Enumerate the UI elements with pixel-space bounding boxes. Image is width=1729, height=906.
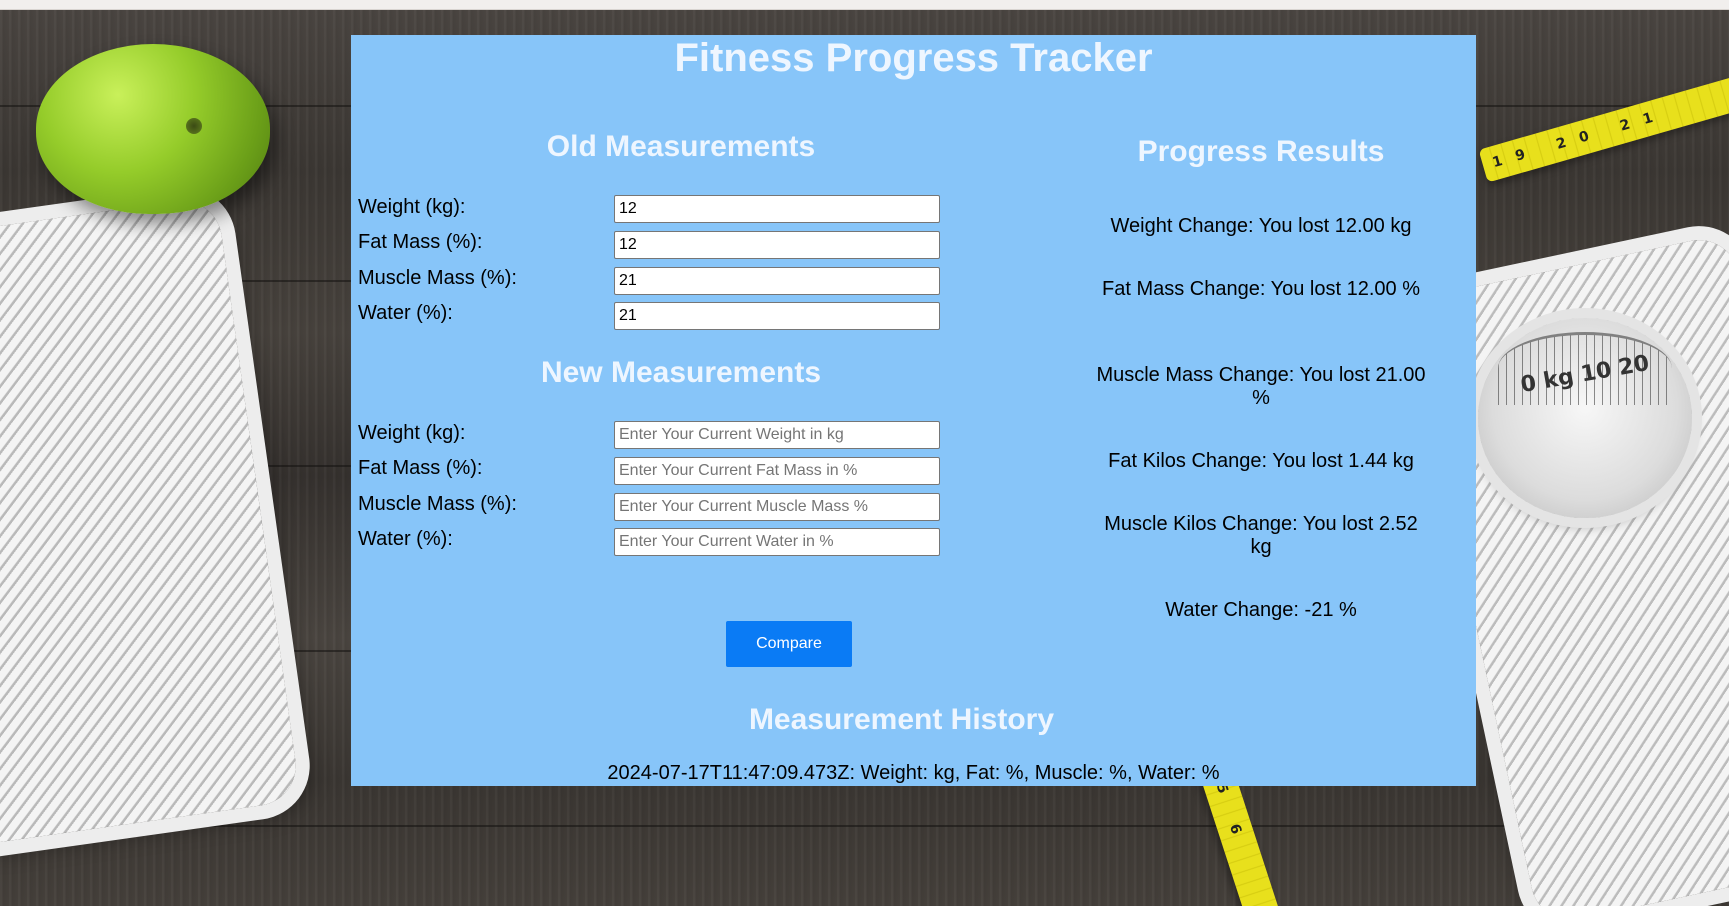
new-weight-label: Weight (kg): xyxy=(358,422,466,444)
browser-top-strip xyxy=(0,0,1729,10)
new-muscle-mass-label: Muscle Mass (%): xyxy=(358,493,517,515)
old-muscle-mass-input[interactable] xyxy=(614,267,940,295)
old-fat-mass-label: Fat Mass (%): xyxy=(358,231,483,253)
compare-button[interactable]: Compare xyxy=(726,621,852,667)
muscle-kilos-change-result: Muscle Kilos Change: You lost 2.52 kg xyxy=(1104,513,1418,558)
old-fat-mass-input[interactable] xyxy=(614,231,940,259)
new-fat-mass-input[interactable] xyxy=(614,457,940,485)
apple-stem xyxy=(186,118,202,134)
old-water-label: Water (%): xyxy=(358,302,453,324)
muscle-mass-change-result: Muscle Mass Change: You lost 21.00 % xyxy=(1096,364,1426,409)
fat-mass-change-result: Fat Mass Change: You lost 12.00 % xyxy=(1102,278,1420,300)
new-weight-input[interactable] xyxy=(614,421,940,449)
old-muscle-mass-label: Muscle Mass (%): xyxy=(358,267,517,289)
history-entry: 2024-07-17T11:47:09.473Z: Weight: kg, Fa… xyxy=(607,762,1220,784)
green-apple-image xyxy=(36,44,270,214)
scale-dial-image: 0 kg 10 20 xyxy=(1478,318,1692,518)
old-measurements-heading: Old Measurements xyxy=(546,130,816,163)
progress-results-heading: Progress Results xyxy=(1137,135,1385,168)
fat-kilos-change-result: Fat Kilos Change: You lost 1.44 kg xyxy=(1108,450,1414,472)
tracker-panel: Fitness Progress Tracker Old Measurement… xyxy=(351,35,1476,786)
weight-change-result: Weight Change: You lost 12.00 kg xyxy=(1110,215,1412,237)
page-title: Fitness Progress Tracker xyxy=(674,36,1153,80)
water-change-result: Water Change: -21 % xyxy=(1165,599,1357,621)
old-weight-input[interactable] xyxy=(614,195,940,223)
plank-seam xyxy=(0,825,1729,827)
measurement-history-heading: Measurement History xyxy=(748,703,1055,736)
new-water-input[interactable] xyxy=(614,528,940,556)
new-fat-mass-label: Fat Mass (%): xyxy=(358,457,483,479)
new-water-label: Water (%): xyxy=(358,528,453,550)
old-water-input[interactable] xyxy=(614,302,940,330)
old-weight-label: Weight (kg): xyxy=(358,196,466,218)
new-muscle-mass-input[interactable] xyxy=(614,493,940,521)
new-measurements-heading: New Measurements xyxy=(540,356,822,389)
